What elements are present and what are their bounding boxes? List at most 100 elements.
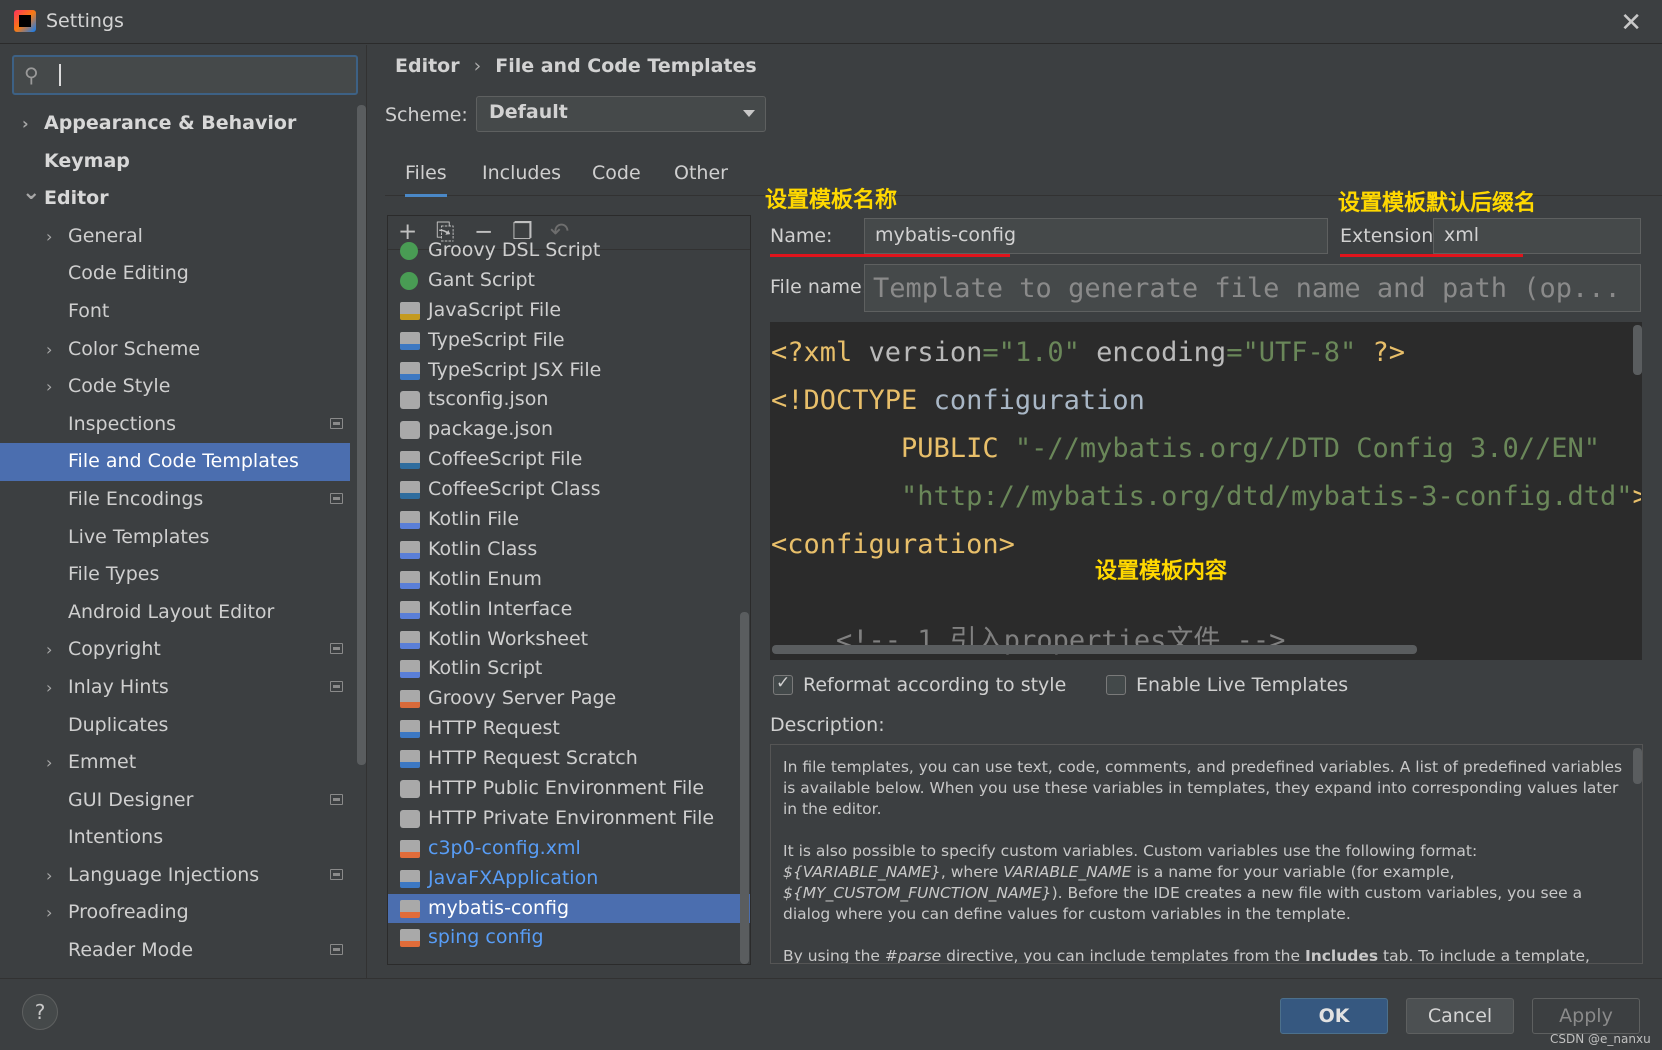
template-list-label: Groovy DSL Script xyxy=(428,239,601,261)
tab-files[interactable]: Files xyxy=(405,162,447,197)
apply-button[interactable]: Apply xyxy=(1532,998,1640,1034)
template-list-item[interactable]: Kotlin File xyxy=(388,505,750,535)
project-scope-icon xyxy=(330,793,343,805)
template-list-item[interactable]: sping config xyxy=(388,923,750,950)
sidebar-item[interactable]: Reader Mode xyxy=(0,932,350,970)
kt-file-icon xyxy=(400,630,420,649)
intellij-logo-icon xyxy=(14,10,36,32)
template-list-item[interactable]: Kotlin Interface xyxy=(388,595,750,625)
description-scrollbar[interactable] xyxy=(1633,748,1642,784)
sidebar-item[interactable]: Inspections xyxy=(0,406,350,444)
sidebar-item[interactable]: Keymap xyxy=(0,143,350,181)
filename-field[interactable]: Template to generate file name and path … xyxy=(864,264,1641,312)
template-list-item[interactable]: CoffeeScript File xyxy=(388,445,750,475)
template-list-item[interactable]: tsconfig.json xyxy=(388,385,750,415)
ok-button[interactable]: OK xyxy=(1280,998,1388,1034)
sidebar-item[interactable]: File Types xyxy=(0,556,350,594)
template-list-scrollbar[interactable] xyxy=(740,612,749,964)
sidebar-item[interactable]: File Encodings xyxy=(0,481,350,519)
sidebar-item-label: Proofreading xyxy=(68,901,189,924)
template-list-item[interactable]: HTTP Public Environment File xyxy=(388,774,750,804)
template-list-item[interactable]: HTTP Request Scratch xyxy=(388,744,750,774)
chevron-right-icon[interactable]: › xyxy=(46,368,52,406)
template-list: Groovy DSL Script Gant Script JavaScript F… xyxy=(388,236,750,950)
sidebar-scrollbar[interactable] xyxy=(357,105,366,765)
annotation-extension: 设置模板默认后缀名 xyxy=(1338,191,1537,216)
template-list-item[interactable]: Kotlin Enum xyxy=(388,565,750,595)
sidebar-item[interactable]: ⌄ Editor xyxy=(0,180,350,218)
reformat-checkbox[interactable] xyxy=(773,673,793,695)
sidebar-item[interactable]: Android Layout Editor xyxy=(0,594,350,632)
sidebar-item[interactable]: › Language Injections xyxy=(0,857,350,895)
template-list-item[interactable]: JavaFXApplication xyxy=(388,864,750,894)
template-list-label: CoffeeScript File xyxy=(428,448,583,471)
chevron-down-icon[interactable]: ⌄ xyxy=(22,174,40,212)
sidebar-item[interactable]: › Emmet xyxy=(0,744,350,782)
sidebar-item[interactable]: GUI Designer xyxy=(0,782,350,820)
chevron-right-icon[interactable]: › xyxy=(46,331,52,369)
json-file-icon xyxy=(400,809,420,828)
watermark: CSDN @e_nanxu xyxy=(1550,1032,1651,1046)
template-list-item[interactable]: Groovy Server Page xyxy=(388,684,750,714)
template-list-item[interactable]: Kotlin Worksheet xyxy=(388,625,750,655)
template-list-item[interactable]: TypeScript File xyxy=(388,326,750,356)
json-file-icon xyxy=(400,780,420,799)
tab-code[interactable]: Code xyxy=(592,162,641,184)
template-list-item[interactable]: c3p0-config.xml xyxy=(388,834,750,864)
cancel-button[interactable]: Cancel xyxy=(1406,998,1514,1034)
chevron-right-icon[interactable]: › xyxy=(46,857,52,895)
sidebar-item[interactable]: Font xyxy=(0,293,350,331)
sidebar-item[interactable]: File and Code Templates xyxy=(0,443,350,481)
template-list-label: tsconfig.json xyxy=(428,388,549,411)
close-icon[interactable]: ✕ xyxy=(1620,8,1642,38)
chevron-right-icon[interactable]: › xyxy=(46,669,52,707)
template-list-item[interactable]: JavaScript File xyxy=(388,296,750,326)
breadcrumb-parent[interactable]: Editor xyxy=(395,55,460,77)
sidebar-item[interactable]: › Appearance & Behavior xyxy=(0,105,350,143)
sidebar-item[interactable]: › General xyxy=(0,218,350,256)
template-list-item[interactable]: Kotlin Script xyxy=(388,654,750,684)
sidebar-item[interactable]: Duplicates xyxy=(0,707,350,745)
settings-tree: › Appearance & Behavior Keymap ⌄ Editor › Gene… xyxy=(0,105,350,970)
code-vertical-scrollbar[interactable] xyxy=(1633,325,1642,375)
name-field[interactable]: mybatis-config xyxy=(864,218,1328,254)
template-list-item[interactable]: CoffeeScript Class xyxy=(388,475,750,505)
tab-includes[interactable]: Includes xyxy=(482,162,561,184)
kt-file-icon xyxy=(400,600,420,619)
xml-file-icon xyxy=(400,899,420,918)
chevron-right-icon[interactable]: › xyxy=(46,218,52,256)
scheme-select[interactable]: Default xyxy=(476,96,766,132)
chevron-right-icon[interactable]: › xyxy=(46,744,52,782)
template-list-item[interactable]: package.json xyxy=(388,415,750,445)
template-list-item[interactable]: HTTP Request xyxy=(388,714,750,744)
sidebar-item[interactable]: › Copyright xyxy=(0,631,350,669)
chevron-right-icon[interactable]: › xyxy=(46,631,52,669)
live-templates-checkbox[interactable] xyxy=(1106,675,1126,695)
sidebar-item[interactable]: › Color Scheme xyxy=(0,331,350,369)
settings-search-input[interactable]: ⚲ xyxy=(12,55,358,95)
sidebar-item[interactable]: Intentions xyxy=(0,819,350,857)
description-paragraph: By using the #parse directive, you can i… xyxy=(783,947,1590,964)
chevron-right-icon[interactable]: › xyxy=(22,105,29,143)
template-list-item[interactable]: Gant Script xyxy=(388,266,750,296)
sidebar-item[interactable]: Live Templates xyxy=(0,519,350,557)
help-icon[interactable]: ? xyxy=(22,994,58,1030)
sidebar-item[interactable]: › Proofreading xyxy=(0,894,350,932)
project-scope-icon xyxy=(330,944,343,956)
template-list-item[interactable]: mybatis-config xyxy=(388,893,750,924)
extension-field[interactable]: xml xyxy=(1433,218,1641,254)
sidebar-item[interactable]: Code Editing xyxy=(0,255,350,293)
code-horizontal-scrollbar[interactable] xyxy=(772,645,1417,654)
template-list-item[interactable]: TypeScript JSX File xyxy=(388,356,750,386)
sidebar-item[interactable]: › Code Style xyxy=(0,368,350,406)
template-code-editor[interactable]: <?xml version="1.0" encoding="UTF-8" ?> … xyxy=(770,322,1642,660)
template-list-item[interactable]: Kotlin Class xyxy=(388,535,750,565)
sidebar-item[interactable]: › Inlay Hints xyxy=(0,669,350,707)
chevron-right-icon[interactable]: › xyxy=(46,894,52,932)
tab-other[interactable]: Other xyxy=(674,162,728,184)
template-list-item[interactable]: HTTP Private Environment File xyxy=(388,804,750,834)
extension-label: Extension: xyxy=(1340,225,1440,247)
js-file-icon xyxy=(400,301,420,320)
template-list-item[interactable]: Groovy DSL Script xyxy=(388,236,750,266)
project-scope-icon xyxy=(330,643,343,655)
